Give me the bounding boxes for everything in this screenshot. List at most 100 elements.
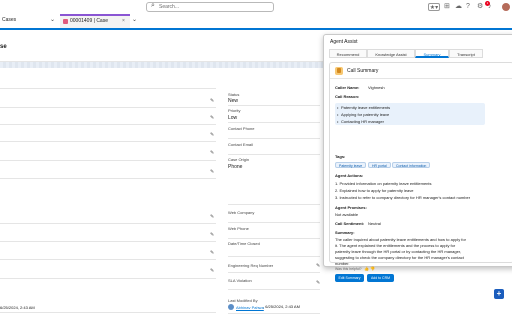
case-icon (63, 19, 68, 24)
action-item: 1. Provided information on paternity lea… (335, 181, 432, 186)
edit-summary-button[interactable]: Edit Summary (335, 274, 364, 282)
field-divider (0, 141, 216, 142)
field-divider (0, 278, 216, 279)
field-divider (228, 313, 320, 314)
edit-pencil-icon[interactable]: ✎ (316, 263, 320, 269)
status-label: Status (228, 92, 240, 97)
tag-chip[interactable]: Paternity leave (335, 162, 367, 168)
close-icon[interactable]: × (122, 18, 125, 24)
field-divider (0, 312, 216, 313)
call-reason-label: Call Reason: (335, 94, 360, 99)
tags-label: Tags: (335, 154, 346, 159)
web-company-label: Web Company (228, 210, 255, 215)
navigation-bar: Cases ⌄ 00001409 | Case × ⌄ (0, 14, 512, 30)
edit-pencil-icon[interactable]: ✎ (210, 98, 214, 104)
field-divider (0, 160, 216, 161)
field-divider (0, 124, 216, 125)
contact-phone-label: Contact Phone (228, 126, 255, 131)
field-divider (0, 259, 216, 260)
priority-label: Priority (228, 108, 241, 113)
summary-text-line: number. (335, 261, 350, 266)
call-sentiment-label: Call Sentiment: (335, 221, 365, 226)
tag-chip[interactable]: HR portal (368, 162, 391, 168)
summary-text-line: suggesting to check the company director… (335, 255, 464, 260)
cloud-icon[interactable]: ☁ (455, 3, 462, 11)
edit-pencil-icon[interactable]: ✎ (316, 280, 320, 286)
date-time-closed-label: Date/Time Closed (228, 241, 260, 246)
web-phone-label: Web Phone (228, 226, 249, 231)
field-divider (0, 178, 216, 179)
thumbs-down-icon[interactable]: 👎 (370, 266, 375, 271)
case-origin-value: Phone (228, 164, 243, 170)
reason-item: Paternity leave entitlements (341, 105, 391, 110)
summary-text-line: The caller inquired about paternity leav… (335, 237, 466, 242)
card-divider (330, 78, 512, 79)
gear-icon[interactable]: ⚙ (477, 3, 483, 11)
tag-chip[interactable]: Contact information (392, 162, 431, 168)
created-date-value: 6/25/2024, 2:43 AM (0, 305, 35, 310)
edit-pencil-icon[interactable]: ✎ (210, 115, 214, 121)
add-to-crm-button[interactable]: Add to CRM (367, 274, 394, 282)
field-divider (228, 272, 320, 273)
edit-pencil-icon[interactable]: ✎ (210, 214, 214, 220)
thumbs-up-icon[interactable]: 👍 (364, 266, 369, 271)
edit-pencil-icon[interactable]: ✎ (210, 268, 214, 274)
field-divider (228, 154, 320, 155)
chevron-down-icon[interactable]: ⌄ (50, 16, 55, 23)
agent-assist-panel: Agent Assist Recommend Knowledge Assist … (323, 34, 512, 282)
record-title: se (0, 44, 7, 50)
field-divider (0, 241, 216, 242)
contact-email-label: Contact Email (228, 142, 253, 147)
edit-pencil-icon[interactable]: ✎ (210, 150, 214, 156)
field-divider (228, 122, 320, 123)
edit-pencil-icon[interactable]: ✎ (210, 250, 214, 256)
agent-assist-tabs: Recommend Knowledge Assist Summary Trans… (329, 49, 512, 58)
field-divider (228, 222, 320, 223)
field-divider (228, 289, 320, 290)
field-divider (228, 105, 320, 106)
global-header: ⌕ Search... ★▾ ⊞ ☁ ? ⚙ ♪ 1 (0, 0, 512, 14)
edit-pencil-icon[interactable]: ✎ (210, 169, 214, 175)
caller-name-value: Vighnesh (368, 85, 385, 90)
agent-promises-value: Not available (335, 212, 359, 217)
app-object-name[interactable]: Cases (2, 17, 16, 23)
case-origin-label: Case Origin (228, 157, 250, 162)
edit-pencil-icon[interactable]: ✎ (210, 132, 214, 138)
field-divider (228, 238, 320, 239)
last-modified-label: Last Modified By (228, 298, 258, 303)
action-item: 2. Explained how to apply for paternity … (335, 188, 414, 193)
priority-value: Low (228, 115, 238, 121)
reason-item: Contacting HR manager (341, 119, 384, 124)
call-sentiment-value: Neutral (368, 221, 381, 226)
sla-violation-label: SLA Violation (228, 278, 252, 283)
call-reason-list: • Paternity leave entitlements • Applyin… (335, 103, 485, 125)
favorites-star-icon[interactable]: ★▾ (428, 3, 440, 11)
field-divider (0, 88, 216, 89)
reason-item: Applying for paternity leave (341, 112, 390, 117)
call-summary-title: Call Summary (347, 68, 379, 74)
field-divider (228, 138, 320, 139)
summary-icon (335, 67, 343, 75)
user-avatar[interactable] (502, 3, 510, 11)
summary-text-line: paternity leave through the HR portal or… (335, 249, 462, 254)
tab-recommend[interactable]: Recommend (329, 49, 367, 58)
helpful-prompt: Was this helpful? (335, 267, 362, 271)
user-avatar-small (228, 304, 234, 310)
tab-knowledge-assist[interactable]: Knowledge Assist (367, 49, 415, 58)
global-search-box[interactable]: ⌕ Search... (146, 2, 274, 12)
grid-icon[interactable]: ⊞ (444, 3, 450, 11)
tab-case-label: 00001409 | Case (70, 18, 108, 24)
tab-summary[interactable]: Summary (415, 49, 449, 58)
last-modified-user-link[interactable]: Abhinav Pahwa (236, 305, 264, 310)
call-summary-card: Call Summary Caller Name: Vighnesh Call … (329, 62, 512, 282)
help-icon[interactable]: ? (466, 3, 470, 11)
tab-transcript[interactable]: Transcript (449, 49, 483, 58)
tab-case-record[interactable]: 00001409 | Case × (60, 14, 130, 28)
edit-pencil-icon[interactable]: ✎ (210, 232, 214, 238)
tab-dropdown-icon[interactable]: ⌄ (132, 16, 137, 23)
field-divider (0, 107, 216, 108)
utility-plus-icon[interactable]: + (494, 289, 504, 299)
field-divider (228, 256, 320, 257)
field-divider (228, 204, 320, 205)
last-modified-date: , 6/25/2024, 2:43 AM (263, 304, 300, 309)
